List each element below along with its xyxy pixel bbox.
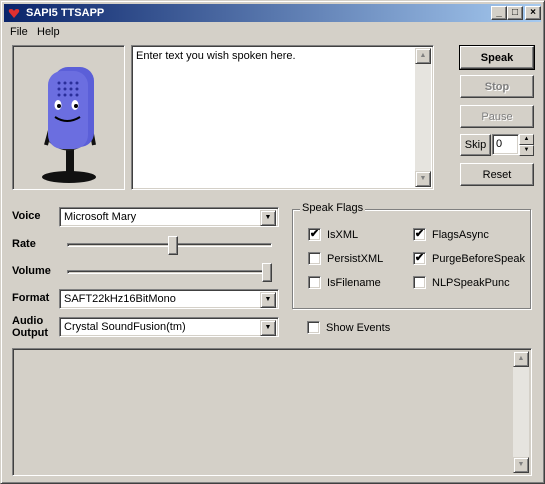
- voice-label: Voice: [12, 210, 41, 222]
- audio-output-select[interactable]: Crystal SoundFusion(tm) ▼: [59, 317, 279, 337]
- pause-button[interactable]: Pause: [460, 105, 534, 128]
- events-output[interactable]: ▲ ▼: [12, 348, 532, 476]
- spin-up-button[interactable]: ▲: [519, 134, 534, 145]
- checkbox-box[interactable]: ✔: [413, 252, 426, 265]
- skip-count-value: 0: [496, 138, 503, 150]
- window-title: SAPI5 TTSAPP: [26, 7, 105, 19]
- scroll-up-arrow-icon[interactable]: ▲: [415, 48, 431, 64]
- text-input-value: Enter text you wish spoken here.: [136, 50, 296, 62]
- volume-label: Volume: [12, 265, 51, 277]
- scroll-down-arrow-icon[interactable]: ▼: [415, 171, 431, 187]
- speak-button[interactable]: Speak: [459, 45, 535, 70]
- audio-output-label-line1: Audio: [12, 315, 44, 327]
- audio-output-label-line2: Output: [12, 327, 49, 339]
- format-label: Format: [12, 292, 50, 304]
- microphone-character-icon: [42, 67, 96, 183]
- title-bar[interactable]: SAPI5 TTSAPP _ □ ×: [4, 4, 541, 22]
- audio-output-value: Crystal SoundFusion(tm): [64, 321, 186, 333]
- format-select[interactable]: SAFT22kHz16BitMono ▼: [59, 289, 279, 309]
- flag-isxml-label: IsXML: [327, 228, 359, 241]
- flag-persistxml-label: PersistXML: [327, 252, 384, 265]
- maximize-button[interactable]: □: [507, 6, 523, 20]
- checkbox-box[interactable]: [307, 321, 320, 334]
- flag-isfilename-checkbox[interactable]: IsFilename: [308, 276, 381, 289]
- chevron-down-icon[interactable]: ▼: [260, 320, 276, 336]
- close-button[interactable]: ×: [525, 6, 541, 20]
- minimize-button[interactable]: _: [491, 6, 507, 20]
- skip-button[interactable]: Skip: [460, 134, 491, 156]
- volume-slider-track[interactable]: [67, 270, 272, 274]
- checkbox-box[interactable]: ✔: [308, 228, 321, 241]
- chevron-down-icon[interactable]: ▼: [260, 210, 276, 226]
- show-events-checkbox[interactable]: Show Events: [307, 321, 390, 334]
- flag-purgebeforespeak-label: PurgeBeforeSpeak: [432, 252, 525, 265]
- checkbox-box[interactable]: [308, 252, 321, 265]
- voice-value: Microsoft Mary: [64, 211, 137, 223]
- scroll-down-arrow-icon[interactable]: ▼: [513, 457, 529, 473]
- menu-help[interactable]: Help: [37, 26, 60, 38]
- flag-flagsasync-checkbox[interactable]: ✔ FlagsAsync: [413, 228, 489, 241]
- menu-bar: File Help: [4, 23, 541, 41]
- stop-button[interactable]: Stop: [460, 75, 534, 98]
- flag-isxml-checkbox[interactable]: ✔ IsXML: [308, 228, 358, 241]
- flag-flagsasync-label: FlagsAsync: [432, 228, 489, 241]
- flag-persistxml-checkbox[interactable]: PersistXML: [308, 252, 383, 265]
- main-window: SAPI5 TTSAPP _ □ × File Help Enter text …: [0, 0, 545, 484]
- spin-down-button[interactable]: ▼: [519, 145, 534, 156]
- format-value: SAFT22kHz16BitMono: [64, 293, 176, 305]
- flag-purgebeforespeak-checkbox[interactable]: ✔ PurgeBeforeSpeak: [413, 252, 525, 265]
- flag-isfilename-label: IsFilename: [327, 276, 381, 289]
- checkbox-box[interactable]: [413, 276, 426, 289]
- volume-slider-thumb[interactable]: [262, 263, 272, 282]
- scroll-up-arrow-icon[interactable]: ▲: [513, 351, 529, 367]
- app-icon: [8, 9, 20, 18]
- checkbox-box[interactable]: ✔: [413, 228, 426, 241]
- events-scrollbar[interactable]: ▲ ▼: [513, 351, 529, 473]
- text-input[interactable]: Enter text you wish spoken here. ▲ ▼: [131, 45, 434, 190]
- reset-button[interactable]: Reset: [460, 163, 534, 186]
- mascot-panel: [12, 45, 125, 190]
- chevron-down-icon[interactable]: ▼: [260, 292, 276, 308]
- flag-nlpspeakpunc-label: NLPSpeakPunc: [432, 276, 510, 289]
- speak-flags-title: Speak Flags: [300, 202, 366, 214]
- checkbox-box[interactable]: [308, 276, 321, 289]
- skip-count-input[interactable]: 0: [492, 134, 519, 155]
- flag-nlpspeakpunc-checkbox[interactable]: NLPSpeakPunc: [413, 276, 510, 289]
- rate-slider-thumb[interactable]: [168, 236, 179, 255]
- text-scrollbar[interactable]: ▲ ▼: [415, 48, 431, 187]
- speak-flags-group: Speak Flags ✔ IsXML ✔ FlagsAsync Persist…: [292, 202, 531, 309]
- show-events-label: Show Events: [326, 321, 391, 334]
- rate-label: Rate: [12, 238, 36, 250]
- menu-file[interactable]: File: [10, 26, 28, 38]
- voice-select[interactable]: Microsoft Mary ▼: [59, 207, 279, 227]
